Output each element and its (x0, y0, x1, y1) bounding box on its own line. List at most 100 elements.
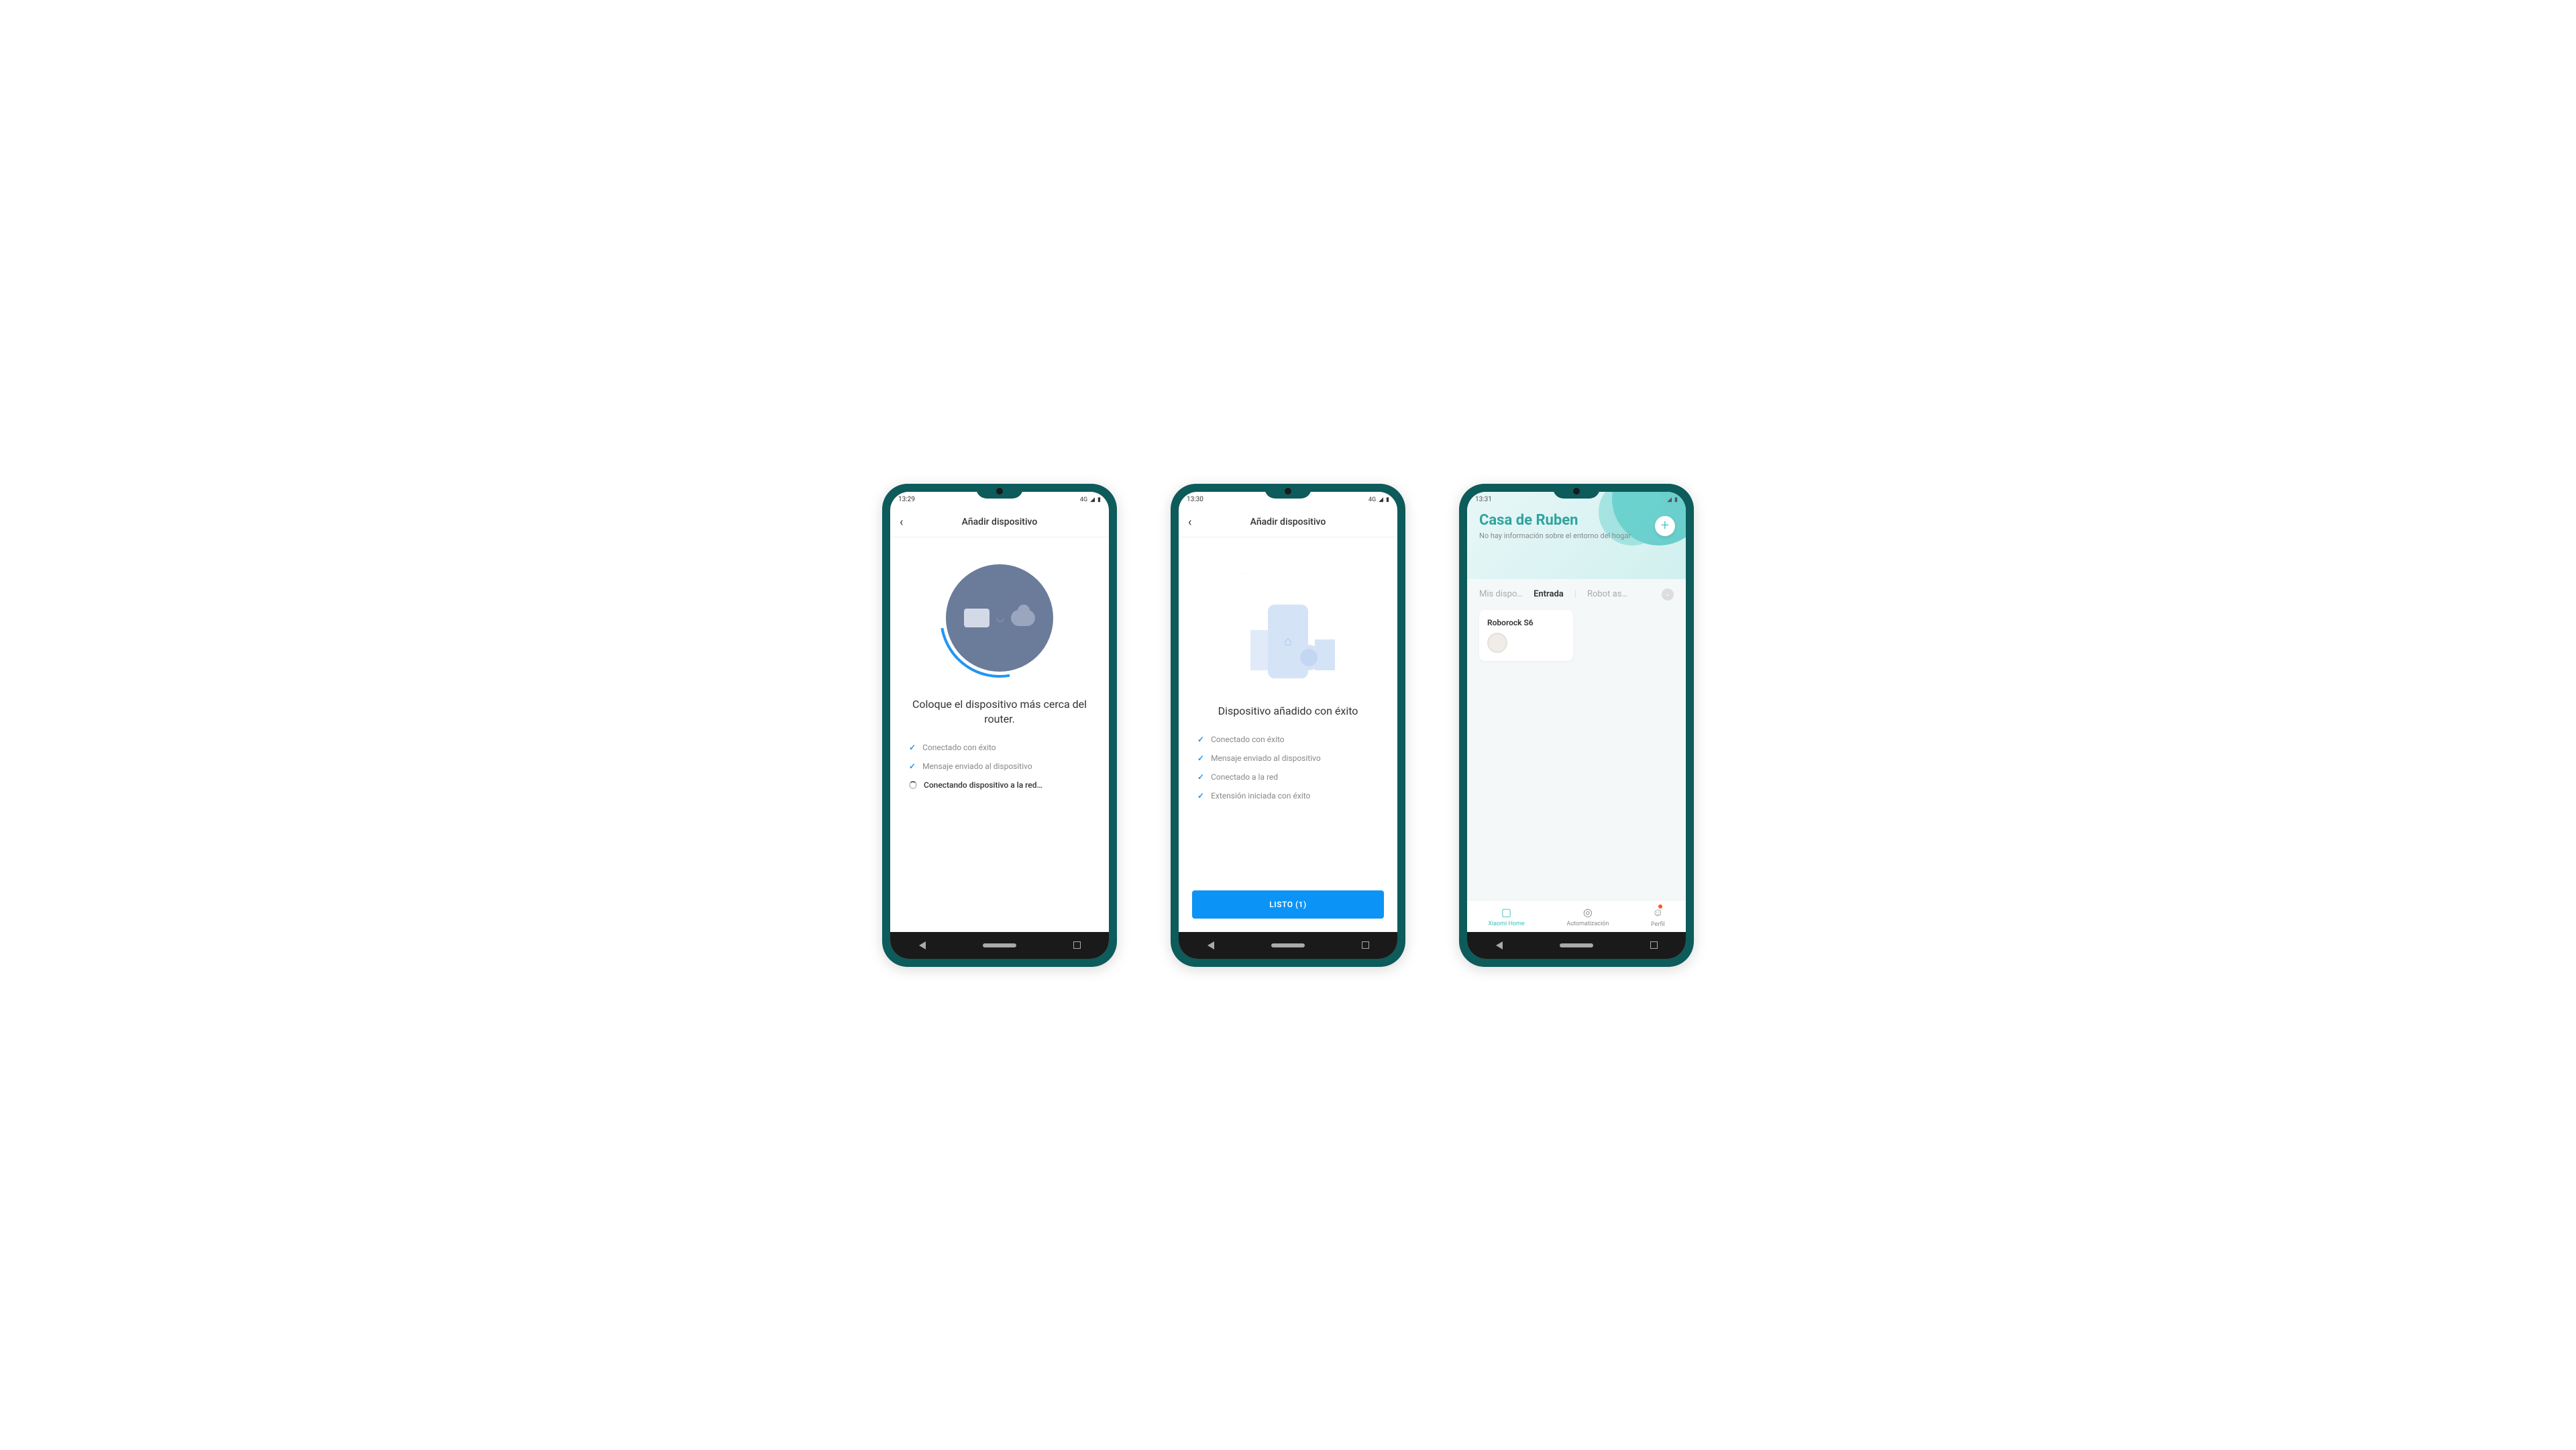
nav-back-icon[interactable] (1496, 941, 1503, 949)
android-nav-bar (1179, 932, 1397, 959)
step-item: ✓ Conectado con éxito (909, 743, 1090, 752)
device-name: Roborock S6 (1487, 618, 1565, 627)
notch (1265, 484, 1311, 499)
check-icon: ✓ (1197, 772, 1204, 782)
camera-shape-icon (1296, 645, 1322, 670)
spacer (1467, 661, 1686, 900)
nav-home-icon[interactable] (1560, 943, 1593, 947)
cloud-icon (1011, 610, 1035, 626)
nav-home-icon[interactable] (983, 943, 1016, 947)
step-label: Mensaje enviado al dispositivo (922, 762, 1032, 771)
appbar-title: Añadir dispositivo (1250, 517, 1326, 527)
home-icon: ▢ (1501, 906, 1511, 919)
done-button[interactable]: LISTO (1) (1192, 890, 1384, 919)
status-indicators: 4G ◢ ▮ (1368, 497, 1389, 503)
android-nav-bar (890, 932, 1109, 959)
device-card-roborock[interactable]: Roborock S6 (1479, 610, 1573, 661)
step-item: ✓ Conectado a la red (1197, 772, 1379, 782)
nav-recents-icon[interactable] (1073, 941, 1081, 949)
battery-icon: ▮ (1386, 497, 1389, 503)
phone-mockup-2: 13:30 4G ◢ ▮ ‹ Añadir dispositivo · · · … (1171, 484, 1405, 967)
tab-entrada[interactable]: Entrada (1534, 589, 1564, 599)
nav-label: Perfil (1651, 921, 1665, 928)
notch (1553, 484, 1600, 499)
home-title[interactable]: Casa de Ruben (1479, 512, 1674, 529)
progress-steps: ✓ Conectado con éxito ✓ Mensaje enviado … (1192, 735, 1384, 810)
back-button[interactable]: ‹ (900, 515, 903, 529)
battery-icon: ▮ (1674, 497, 1678, 503)
appbar-title: Añadir dispositivo (962, 517, 1038, 527)
step-item: ✓ Conectado con éxito (1197, 735, 1379, 744)
status-time: 13:29 (898, 496, 915, 503)
room-tabs: Mis dispo… Entrada | Robot as… ⌄ (1467, 579, 1686, 610)
nav-recents-icon[interactable] (1650, 941, 1658, 949)
step-item-active: Conectando dispositivo a la red… (909, 780, 1090, 790)
signal-icon: ◢ (1667, 497, 1672, 503)
status-time: 13:30 (1187, 496, 1203, 503)
status-indicators: 4G ◢ ▮ (1080, 497, 1101, 503)
notification-badge (1658, 904, 1662, 909)
step-item: ✓ Mensaje enviado al dispositivo (1197, 754, 1379, 763)
app-bar: ‹ Añadir dispositivo (1179, 508, 1397, 537)
nav-profile[interactable]: ☺ Perfil (1651, 906, 1665, 928)
status-time: 13:31 (1475, 496, 1492, 503)
status-indicators: ◢ ▮ (1667, 497, 1678, 503)
add-device-button[interactable]: + (1655, 516, 1675, 536)
tab-my-devices[interactable]: Mis dispo… (1479, 589, 1523, 599)
check-icon: ✓ (909, 743, 916, 752)
tab-robot[interactable]: Robot as… (1587, 589, 1627, 599)
step-label: Conectado con éxito (922, 743, 996, 752)
step-label: Conectado a la red (1211, 772, 1278, 782)
automation-icon: ◎ (1583, 906, 1593, 919)
nav-label: Xiaomi Home (1488, 921, 1524, 927)
signal-icon: ◢ (1090, 497, 1095, 503)
network-label: 4G (1368, 497, 1376, 503)
phone-mockup-3: 13:31 ◢ ▮ Casa de Ruben No hay informaci… (1459, 484, 1694, 967)
step-label: Conectado con éxito (1211, 735, 1285, 744)
bottom-nav: ▢ Xiaomi Home ◎ Automatización ☺ Perfil (1467, 900, 1686, 932)
screen-add-device-connecting: 13:29 4G ◢ ▮ ‹ Añadir dispositivo ◡ Colo… (890, 492, 1109, 959)
content-area: · · · · ⌂ Dispositivo añadido con éxito … (1179, 537, 1397, 932)
check-icon: ✓ (1197, 791, 1204, 800)
signal-icon: ◢ (1379, 497, 1383, 503)
decoration-icon: · · · (1241, 571, 1248, 577)
decoration-icon: · (1340, 584, 1342, 590)
wifi-icon: ◡ (996, 613, 1004, 623)
check-icon: ✓ (1197, 754, 1204, 763)
nav-home-icon[interactable] (1271, 943, 1305, 947)
device-icon (964, 609, 989, 627)
app-bar: ‹ Añadir dispositivo (890, 508, 1109, 537)
nav-back-icon[interactable] (1208, 941, 1214, 949)
back-button[interactable]: ‹ (1188, 515, 1191, 529)
nav-xiaomi-home[interactable]: ▢ Xiaomi Home (1488, 906, 1524, 928)
tab-divider: | (1574, 589, 1576, 599)
battery-icon: ▮ (1097, 497, 1101, 503)
progress-steps: ✓ Conectado con éxito ✓ Mensaje enviado … (904, 743, 1095, 799)
screen-add-device-success: 13:30 4G ◢ ▮ ‹ Añadir dispositivo · · · … (1179, 492, 1397, 959)
phone-mockup-1: 13:29 4G ◢ ▮ ‹ Añadir dispositivo ◡ Colo… (882, 484, 1117, 967)
success-illustration: · · · · ⌂ (1221, 564, 1355, 678)
instruction-heading: Coloque el dispositivo más cerca del rou… (904, 697, 1095, 727)
spinner-icon (909, 781, 917, 789)
nav-back-icon[interactable] (919, 941, 926, 949)
nav-automation[interactable]: ◎ Automatización (1566, 906, 1609, 928)
nav-recents-icon[interactable] (1362, 941, 1369, 949)
notch (976, 484, 1023, 499)
android-nav-bar (1467, 932, 1686, 959)
step-item: ✓ Mensaje enviado al dispositivo (909, 762, 1090, 771)
nav-label: Automatización (1566, 921, 1609, 927)
home-subtitle: No hay información sobre el entorno del … (1479, 531, 1674, 540)
step-item: ✓ Extensión iniciada con éxito (1197, 791, 1379, 800)
vacuum-icon (1487, 633, 1507, 653)
expand-tabs-button[interactable]: ⌄ (1662, 588, 1674, 601)
connecting-illustration: ◡ (946, 564, 1053, 672)
step-label: Mensaje enviado al dispositivo (1211, 754, 1321, 763)
network-label: 4G (1080, 497, 1087, 503)
content-area: ◡ Coloque el dispositivo más cerca del r… (890, 537, 1109, 932)
screen-home: 13:31 ◢ ▮ Casa de Ruben No hay informaci… (1467, 492, 1686, 959)
step-label: Conectando dispositivo a la red… (924, 780, 1042, 790)
success-heading: Dispositivo añadido con éxito (1192, 704, 1384, 719)
check-icon: ✓ (909, 762, 916, 771)
check-icon: ✓ (1197, 735, 1204, 744)
step-label: Extensión iniciada con éxito (1211, 791, 1310, 800)
